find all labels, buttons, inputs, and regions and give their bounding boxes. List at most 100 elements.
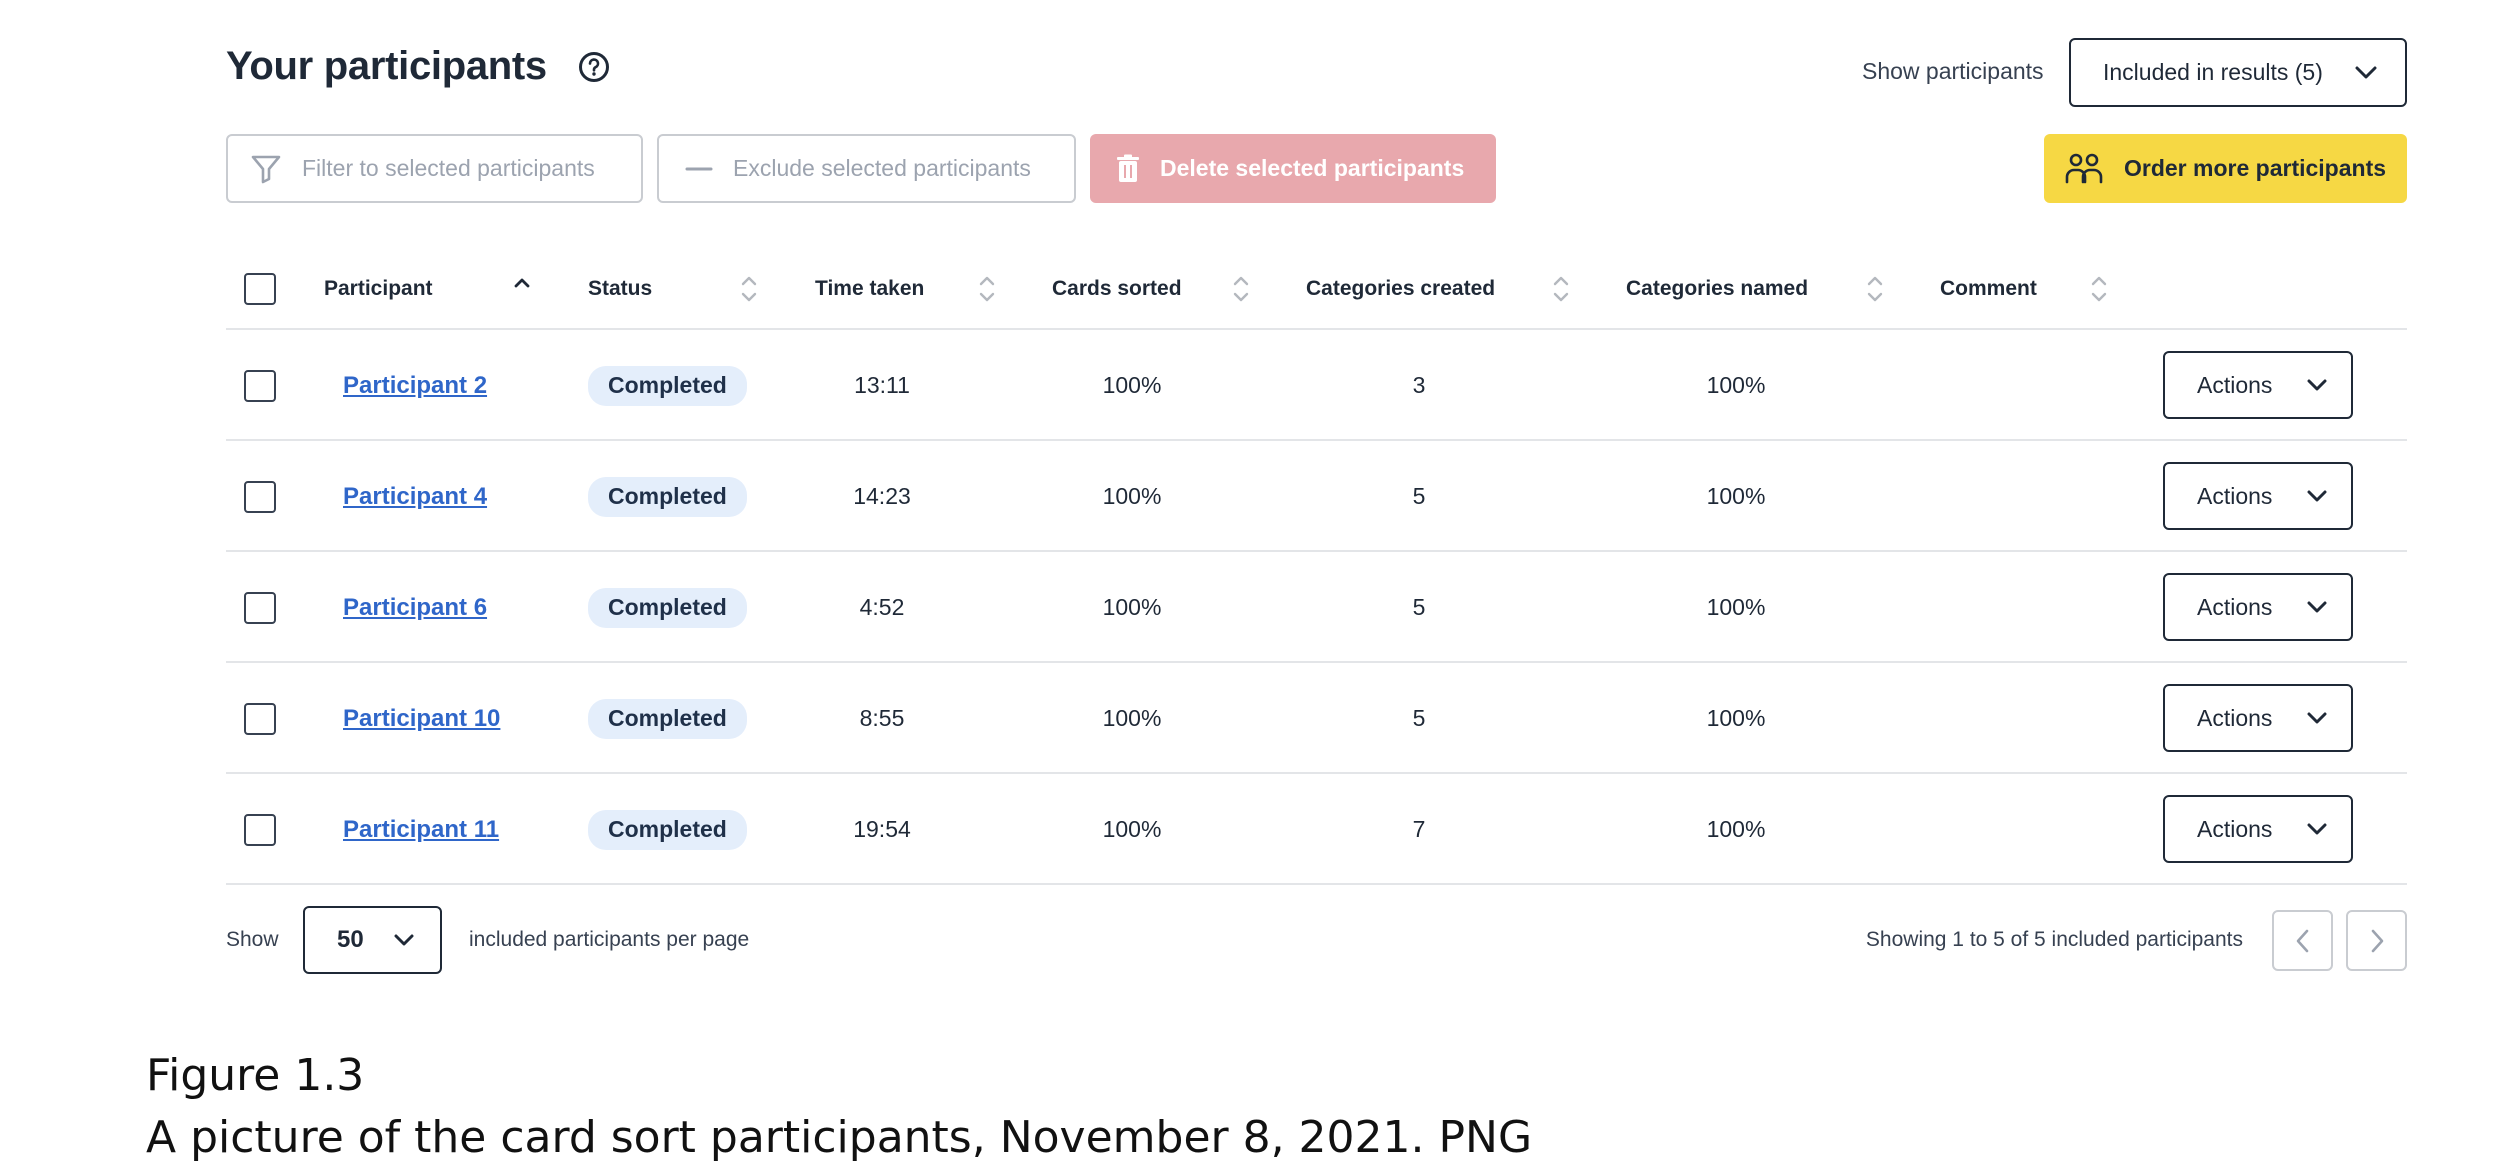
col-time-taken-header[interactable]: Time taken	[815, 248, 924, 330]
sort-ascending-icon[interactable]	[513, 272, 531, 306]
actions-button[interactable]: Actions	[2163, 351, 2353, 419]
col-status-header[interactable]: Status	[588, 248, 652, 330]
participant-link[interactable]: Participant 10	[343, 705, 500, 733]
table-row: Participant 10 Completed 8:55 100% 5 100…	[226, 663, 2407, 774]
col-participant-header[interactable]: Participant	[324, 248, 433, 330]
minus-icon	[685, 166, 713, 172]
sort-icon[interactable]	[978, 272, 996, 306]
cards-sorted-cell: 100%	[1102, 816, 1162, 842]
categories-named-cell: 100%	[1706, 594, 1766, 620]
next-page-button[interactable]	[2346, 910, 2407, 971]
participant-link[interactable]: Participant 6	[343, 594, 487, 622]
actions-button[interactable]: Actions	[2163, 573, 2353, 641]
cards-sorted-cell: 100%	[1102, 594, 1162, 620]
show-participants-select[interactable]: Included in results (5)	[2069, 38, 2407, 107]
order-more-label: Order more participants	[2124, 155, 2387, 181]
categories-named-cell: 100%	[1706, 483, 1766, 509]
table-row: Participant 11 Completed 19:54 100% 7 10…	[226, 774, 2407, 885]
people-icon	[2064, 152, 2104, 186]
actions-button[interactable]: Actions	[2163, 795, 2353, 863]
time-taken-cell: 13:11	[854, 372, 910, 398]
col-comment-header[interactable]: Comment	[1940, 248, 2037, 330]
help-icon[interactable]	[577, 50, 611, 84]
cards-sorted-cell: 100%	[1102, 705, 1162, 731]
chevron-down-icon	[2307, 823, 2327, 834]
figure-number: Figure 1.3	[146, 1050, 365, 1101]
row-checkbox[interactable]	[244, 370, 276, 402]
table-row: Participant 4 Completed 14:23 100% 5 100…	[226, 441, 2407, 552]
categories-created-cell: 5	[1412, 705, 1426, 731]
sort-icon[interactable]	[1866, 272, 1884, 306]
time-taken-cell: 4:52	[859, 594, 905, 620]
chevron-right-icon	[2371, 929, 2383, 952]
table-row: Participant 2 Completed 13:11 100% 3 100…	[226, 330, 2407, 441]
chevron-left-icon	[2296, 929, 2308, 952]
actions-label: Actions	[2197, 593, 2273, 620]
exclude-selected-label: Exclude selected participants	[733, 155, 1031, 181]
table-row: Participant 6 Completed 4:52 100% 5 100%…	[226, 552, 2407, 663]
sort-icon[interactable]	[2090, 272, 2108, 306]
delete-selected-button[interactable]: Delete selected participants	[1090, 134, 1496, 203]
select-all-checkbox[interactable]	[244, 273, 276, 305]
per-page-suffix: included participants per page	[469, 928, 750, 951]
page-title: Your participants	[226, 44, 547, 88]
chevron-down-icon	[2307, 712, 2327, 723]
exclude-selected-button[interactable]: Exclude selected participants	[657, 134, 1076, 203]
status-badge: Completed	[588, 809, 747, 850]
cards-sorted-cell: 100%	[1102, 372, 1162, 398]
chevron-down-icon	[2307, 490, 2327, 501]
actions-label: Actions	[2197, 482, 2273, 509]
actions-button[interactable]: Actions	[2163, 462, 2353, 530]
sort-icon[interactable]	[740, 272, 758, 306]
chevron-down-icon	[394, 934, 414, 945]
time-taken-cell: 14:23	[853, 483, 911, 509]
col-categories-created-header[interactable]: Categories created	[1306, 248, 1495, 330]
sort-icon[interactable]	[1552, 272, 1570, 306]
categories-created-cell: 3	[1412, 372, 1426, 398]
time-taken-cell: 19:54	[853, 816, 911, 842]
per-page-show-label: Show	[226, 928, 279, 951]
col-cards-sorted-header[interactable]: Cards sorted	[1052, 248, 1182, 330]
row-checkbox[interactable]	[244, 481, 276, 513]
order-more-participants-button[interactable]: Order more participants	[2044, 134, 2407, 203]
sort-icon[interactable]	[1232, 272, 1250, 306]
chevron-down-icon	[2307, 601, 2327, 612]
chevron-down-icon	[2307, 379, 2327, 390]
chevron-down-icon	[2355, 66, 2377, 78]
status-badge: Completed	[588, 365, 747, 406]
actions-label: Actions	[2197, 815, 2273, 842]
actions-button[interactable]: Actions	[2163, 684, 2353, 752]
participant-link[interactable]: Participant 11	[343, 816, 499, 844]
row-checkbox[interactable]	[244, 592, 276, 624]
per-page-select[interactable]: 50	[303, 906, 442, 974]
participant-link[interactable]: Participant 4	[343, 483, 487, 511]
trash-icon	[1116, 154, 1140, 184]
participant-link[interactable]: Participant 2	[343, 372, 487, 400]
categories-named-cell: 100%	[1706, 816, 1766, 842]
categories-named-cell: 100%	[1706, 705, 1766, 731]
page-header: Your participants	[226, 44, 611, 89]
status-badge: Completed	[588, 698, 747, 739]
categories-created-cell: 5	[1412, 483, 1426, 509]
col-categories-named-header[interactable]: Categories named	[1626, 248, 1808, 330]
filter-selected-label: Filter to selected participants	[302, 155, 595, 181]
categories-named-cell: 100%	[1706, 372, 1766, 398]
showing-count-text: Showing 1 to 5 of 5 included participant…	[1865, 928, 2243, 951]
delete-selected-label: Delete selected participants	[1160, 155, 1465, 181]
table-header: Participant Status Time taken Cards sort…	[226, 248, 2407, 330]
filter-selected-button[interactable]: Filter to selected participants	[226, 134, 643, 203]
row-checkbox[interactable]	[244, 703, 276, 735]
filter-icon	[250, 154, 282, 184]
row-checkbox[interactable]	[244, 814, 276, 846]
categories-created-cell: 7	[1412, 816, 1426, 842]
status-badge: Completed	[588, 476, 747, 517]
categories-created-cell: 5	[1412, 594, 1426, 620]
status-badge: Completed	[588, 587, 747, 628]
cards-sorted-cell: 100%	[1102, 483, 1162, 509]
time-taken-cell: 8:55	[859, 705, 905, 731]
pagination-bar: Show 50 included participants per page S…	[226, 906, 2407, 974]
previous-page-button[interactable]	[2272, 910, 2333, 971]
per-page-value: 50	[337, 926, 364, 953]
show-participants-label: Show participants	[1862, 58, 2044, 84]
show-participants-value: Included in results (5)	[2103, 59, 2323, 85]
